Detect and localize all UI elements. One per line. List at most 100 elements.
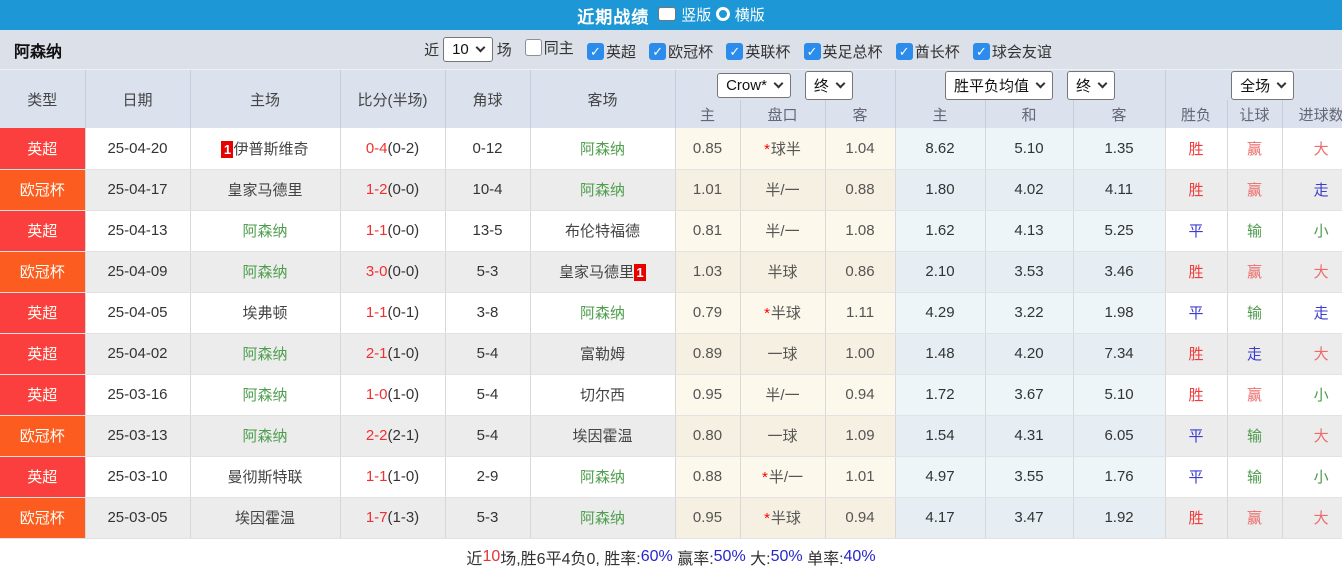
away-team-name: 布伦特福德 [564, 223, 640, 240]
avg-time-select[interactable]: 终 [1067, 70, 1116, 100]
league-filter[interactable]: 同主 [516, 37, 574, 58]
avg-odds-select[interactable]: 胜平负均值 [945, 70, 1054, 100]
league-filter[interactable]: ✓ 球会友谊 [964, 41, 1052, 62]
score-cell: 1-1(0-1) [340, 292, 446, 334]
home-team-cell[interactable]: 埃因霍温 [190, 497, 341, 539]
scope-select[interactable]: 全场 [1231, 70, 1295, 100]
home-team-cell[interactable]: 阿森纳 [190, 333, 341, 375]
corner-count: 5-4 [445, 333, 531, 375]
avg-odds-away: 7.34 [1073, 333, 1166, 375]
away-team-cell[interactable]: 富勒姆 [530, 333, 676, 375]
fulltime-score: 1-1 [365, 468, 388, 485]
col-header-type: 类型 [0, 70, 86, 128]
checkbox-icon: ✓ [803, 43, 821, 61]
match-date: 25-04-17 [85, 169, 191, 211]
league-filter[interactable]: ✓ 英联杯 [717, 41, 790, 62]
avg-odds-home: 4.17 [895, 497, 986, 539]
away-team-cell[interactable]: 皇家马德里 1 [530, 251, 676, 293]
table-row: 英超 25-03-10 曼彻斯特联 1-1(1-0) 2-9 阿森纳 0.88 … [0, 456, 1342, 498]
avg-odds-home: 1.72 [895, 374, 986, 416]
halftime-score: (0-2) [387, 139, 420, 157]
match-count-select[interactable]: 10 [443, 37, 493, 62]
home-team-cell[interactable]: 曼彻斯特联 [190, 456, 341, 498]
table-row: 英超 25-04-13 阿森纳 1-1(0-0) 13-5 布伦特福德 0.81… [0, 210, 1342, 252]
filter-label: 英超 [605, 44, 636, 62]
handicap-result-cell: 输 [1227, 456, 1283, 498]
match-date: 25-03-16 [85, 374, 191, 416]
scope-value: 全场 [1240, 77, 1271, 95]
halftime-score: (1-3) [387, 509, 420, 526]
away-team-cell[interactable]: 阿森纳 [530, 169, 676, 211]
handicap-text: 半球 [767, 264, 798, 281]
away-team-cell[interactable]: 阿森纳 [530, 128, 676, 170]
halftime-score: (2-1) [387, 427, 420, 444]
result-cell: 胜 [1165, 497, 1228, 539]
home-team-cell[interactable]: 皇家马德里 [190, 169, 341, 211]
home-team-cell[interactable]: 阿森纳 [190, 374, 341, 416]
checkbox-icon: ✓ [726, 43, 744, 61]
league-filter[interactable]: ✓ 酋长杯 [887, 41, 960, 62]
odds-source-select[interactable]: Crow* [717, 72, 791, 98]
league-filter[interactable]: ✓ 欧冠杯 [640, 41, 713, 62]
summary-line: 近 10 场,胜6平4负0, 胜率: 60% 赢率: 50% 大: 50% 单率… [0, 538, 1342, 574]
red-card-badge: 1 [221, 140, 234, 158]
layout-radio[interactable]: 横版 [715, 4, 765, 25]
result-cell: 平 [1165, 456, 1228, 498]
odds-time-value: 终 [813, 77, 829, 95]
corner-count: 5-4 [445, 374, 531, 416]
filter-cluster: 近 10 场 同主 ✓ 英超 ✓ 欧冠杯 ✓ 英联杯 ✓ 英足总杯 ✓ 酋长杯 … [290, 37, 1052, 63]
asian-odds-away: 1.01 [825, 456, 896, 498]
chevron-down-icon [475, 42, 486, 53]
table-row: 欧冠杯 25-04-17 皇家马德里 1-2(0-0) 10-4 阿森纳 1.0… [0, 169, 1342, 211]
handicap-text: 半/一 [765, 182, 800, 199]
home-team-cell[interactable]: 阿森纳 [190, 210, 341, 252]
odds-time-select[interactable]: 终 [804, 70, 853, 100]
league-badge: 英超 [0, 374, 86, 416]
home-team-name: 埃因霍温 [234, 510, 295, 527]
league-badge: 欧冠杯 [0, 415, 86, 457]
filter-label: 欧冠杯 [668, 44, 714, 62]
summary-segment: 50% [770, 547, 803, 565]
subheader-eu-draw: 和 [985, 100, 1074, 128]
away-team-name: 阿森纳 [579, 510, 625, 527]
away-team-cell[interactable]: 阿森纳 [530, 456, 676, 498]
radio-label: 竖版 [681, 6, 712, 24]
avg-odds-home: 4.97 [895, 456, 986, 498]
handicap-text: 球半 [770, 140, 801, 158]
league-badge: 英超 [0, 292, 86, 334]
filter-label: 英联杯 [745, 44, 791, 62]
home-team-name: 曼彻斯特联 [227, 469, 303, 486]
score-cell: 1-0(1-0) [340, 374, 446, 416]
away-team-cell[interactable]: 阿森纳 [530, 292, 676, 334]
goals-result-cell: 大 [1282, 497, 1342, 539]
league-badge: 英超 [0, 210, 86, 252]
col-header-date: 日期 [85, 70, 191, 128]
home-team-cell[interactable]: 阿森纳 [190, 251, 341, 293]
league-filter[interactable]: ✓ 英足总杯 [795, 41, 883, 62]
asian-odds-home: 0.95 [675, 374, 741, 416]
league-filter[interactable]: ✓ 英超 [578, 41, 636, 62]
handicap-text: 半/一 [765, 387, 800, 404]
league-badge: 英超 [0, 456, 86, 498]
goals-result-cell: 小 [1282, 374, 1342, 416]
avg-odds-away: 4.11 [1073, 169, 1166, 211]
result-cell: 胜 [1165, 374, 1228, 416]
subheader-goals: 进球数 [1282, 100, 1342, 128]
home-team-cell[interactable]: 1 伊普斯维奇 [190, 128, 341, 170]
away-team-cell[interactable]: 布伦特福德 [530, 210, 676, 252]
asian-odds-home: 0.95 [675, 497, 741, 539]
home-team-cell[interactable]: 阿森纳 [190, 415, 341, 457]
goals-result-cell: 小 [1282, 456, 1342, 498]
near-label: 近 [424, 42, 440, 59]
layout-radio[interactable]: 竖版 [658, 4, 711, 25]
league-filter-group: 同主 ✓ 英超 ✓ 欧冠杯 ✓ 英联杯 ✓ 英足总杯 ✓ 酋长杯 ✓ 球会友谊 [516, 37, 1052, 63]
corner-count: 2-9 [445, 456, 531, 498]
handicap-result-cell: 输 [1227, 292, 1283, 334]
away-team-cell[interactable]: 埃因霍温 [530, 415, 676, 457]
corner-count: 5-3 [445, 251, 531, 293]
avg-odds-draw: 3.22 [985, 292, 1074, 334]
home-team-cell[interactable]: 埃弗顿 [190, 292, 341, 334]
away-team-cell[interactable]: 切尔西 [530, 374, 676, 416]
avg-odds-away: 1.76 [1073, 456, 1166, 498]
away-team-cell[interactable]: 阿森纳 [530, 497, 676, 539]
